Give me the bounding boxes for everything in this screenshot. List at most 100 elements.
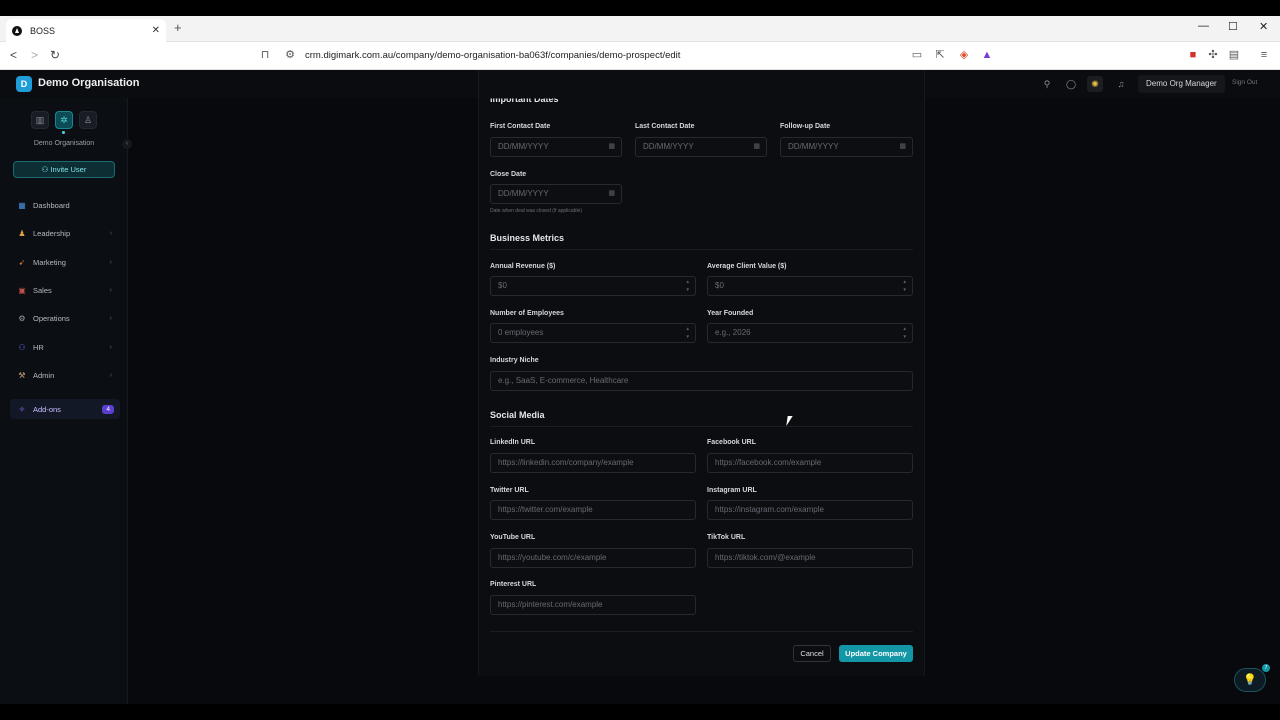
chevron-right-icon: › [109, 343, 112, 351]
screen-bottom-border [0, 704, 1280, 720]
sidebar-item-dashboard[interactable]: ▦ Dashboard [10, 195, 120, 215]
sidebar-item-label: HR [33, 342, 44, 352]
update-company-button[interactable]: Update Company [839, 645, 913, 662]
invite-user-button[interactable]: ⚇ Invite User [13, 161, 115, 178]
sidebar: ▥ ✲ ♙ Demo Organisation ‹ ⚇ Invite User … [0, 98, 132, 704]
sidebar-item-hr[interactable]: ⚇ HR › [10, 337, 120, 357]
building-icon[interactable]: ▥ [31, 111, 49, 129]
maximize-icon[interactable]: ☐ [1228, 20, 1238, 33]
linkedin-url-input[interactable]: https://linkedin.com/company/example [490, 453, 696, 473]
youtube-url-input[interactable]: https://youtube.com/c/example [490, 548, 696, 568]
placeholder: $0 [498, 281, 507, 290]
sign-out-link[interactable]: Sign Out [1232, 79, 1257, 86]
browser-address-bar: < > ↻ ⊓ ⚙ crm.digimark.com.au/company/de… [0, 42, 1280, 70]
collapse-sidebar-icon[interactable]: ‹ [122, 139, 132, 149]
browser-tab[interactable]: BOSS ✕ [6, 19, 166, 42]
year-founded-input[interactable]: e.g., 2026 ▲ ▼ [707, 323, 913, 343]
cancel-button[interactable]: Cancel [793, 645, 831, 662]
instagram-url-input[interactable]: https://instagram.com/example [707, 500, 913, 520]
close-date-field[interactable]: DD/MM/YYYY ▦ [490, 184, 622, 204]
new-tab-icon[interactable]: + [174, 20, 182, 35]
last-contact-date-field[interactable]: DD/MM/YYYY ▦ [635, 137, 767, 157]
avg-client-value-input[interactable]: $0 ▲ ▼ [707, 276, 913, 296]
puzzle-extensions-icon[interactable]: ✣ [1207, 49, 1219, 61]
help-tips-button[interactable]: 💡 7 [1234, 664, 1270, 692]
number-stepper-icon[interactable]: ▲ ▼ [686, 325, 690, 341]
industry-niche-label: Industry Niche [490, 357, 539, 364]
user-menu-button[interactable]: Demo Org Manager [1138, 75, 1225, 93]
hr-icon: ⚇ [18, 342, 26, 352]
theme-toggle-icon[interactable]: ✺ [1087, 76, 1103, 92]
twitter-url-input[interactable]: https://twitter.com/example [490, 500, 696, 520]
operations-icon: ⚙ [18, 313, 26, 323]
sidebar-org-label: Demo Organisation [33, 140, 95, 147]
placeholder: 0 employees [498, 328, 544, 337]
search-icon[interactable]: ⚲ [1041, 78, 1053, 90]
user-icon[interactable]: ♙ [79, 111, 97, 129]
tiktok-url-input[interactable]: https://tiktok.com/@example [707, 548, 913, 568]
brave-shield-icon[interactable]: ◈ [958, 49, 970, 61]
placeholder: $0 [715, 281, 724, 290]
reload-icon[interactable]: ↻ [50, 48, 60, 62]
facebook-url-input[interactable]: https://facebook.com/example [707, 453, 913, 473]
window-close-icon[interactable]: ✕ [1259, 20, 1268, 33]
annual-revenue-input[interactable]: $0 ▲ ▼ [490, 276, 696, 296]
placeholder: DD/MM/YYYY [498, 142, 549, 151]
placeholder: https://pinterest.com/example [498, 600, 603, 609]
forward-icon[interactable]: > [31, 48, 38, 62]
active-indicator [62, 131, 65, 134]
chat-icon[interactable]: ◯ [1065, 78, 1077, 90]
dashboard-icon: ▦ [18, 200, 26, 210]
cast-icon[interactable]: ▭ [911, 49, 923, 61]
tab-close-icon[interactable]: ✕ [152, 25, 160, 36]
edit-company-form: Important Dates First Contact Date DD/MM… [478, 70, 925, 676]
industry-niche-input[interactable]: e.g., SaaS, E-commerce, Healthcare [490, 371, 913, 391]
pinterest-url-input[interactable]: https://pinterest.com/example [490, 595, 696, 615]
annual-revenue-label: Annual Revenue ($) [490, 263, 556, 270]
chevron-right-icon: › [109, 229, 112, 237]
tips-count-badge: 7 [1262, 664, 1270, 672]
calendar-icon[interactable]: ▦ [608, 138, 615, 156]
browser-menu-icon[interactable]: ≡ [1258, 49, 1270, 61]
sidebar-item-sales[interactable]: ▣ Sales › [10, 280, 120, 300]
bookmark-icon[interactable]: ⊓ [259, 49, 271, 61]
org-name[interactable]: Demo Organisation [38, 77, 139, 89]
sidebar-item-label: Leadership [33, 228, 71, 238]
screen-top-border [0, 0, 1280, 16]
sidebar-item-label: Sales [33, 285, 52, 295]
settings-gear-icon[interactable]: ✲ [55, 111, 73, 129]
sidebar-item-leadership[interactable]: ♟ Leadership › [10, 223, 120, 243]
extension-icon[interactable]: ■ [1187, 49, 1199, 61]
sidebar-item-marketing[interactable]: ➹ Marketing › [10, 252, 120, 272]
calendar-icon[interactable]: ▦ [608, 185, 615, 203]
calendar-icon[interactable]: ▦ [899, 138, 906, 156]
sidebar-item-admin[interactable]: ⚒ Admin › [10, 365, 120, 385]
sidebar-item-addons[interactable]: ✧ Add-ons 4 [10, 399, 120, 419]
back-icon[interactable]: < [10, 48, 17, 62]
minimize-icon[interactable]: — [1198, 20, 1209, 32]
employees-input[interactable]: 0 employees ▲ ▼ [490, 323, 696, 343]
admin-icon: ⚒ [18, 370, 26, 380]
site-settings-icon[interactable]: ⚙ [284, 49, 296, 61]
sidebar-item-label: Add-ons [33, 404, 61, 414]
share-icon[interactable]: ⇱ [934, 49, 946, 61]
pinterest-label: Pinterest URL [490, 581, 537, 588]
section-title-social-media: Social Media [490, 410, 545, 420]
first-contact-date-field[interactable]: DD/MM/YYYY ▦ [490, 137, 622, 157]
tiktok-label: TikTok URL [707, 534, 746, 541]
url-field[interactable]: crm.digimark.com.au/company/demo-organis… [305, 50, 680, 61]
chevron-right-icon: › [109, 286, 112, 294]
number-stepper-icon[interactable]: ▲ ▼ [686, 278, 690, 294]
calendar-icon[interactable]: ▦ [753, 138, 760, 156]
rewards-icon[interactable]: ▲ [981, 49, 993, 61]
notifications-icon[interactable]: ♫ [1115, 78, 1127, 90]
org-logo[interactable]: D [16, 76, 32, 92]
sidebar-item-label: Operations [33, 313, 70, 323]
sidebar-toggle-icon[interactable]: ▤ [1228, 49, 1240, 61]
follow-up-date-field[interactable]: DD/MM/YYYY ▦ [780, 137, 913, 157]
number-stepper-icon[interactable]: ▲ ▼ [903, 325, 907, 341]
sidebar-item-operations[interactable]: ⚙ Operations › [10, 308, 120, 328]
twitter-label: Twitter URL [490, 487, 529, 494]
section-divider [490, 249, 913, 250]
number-stepper-icon[interactable]: ▲ ▼ [903, 278, 907, 294]
